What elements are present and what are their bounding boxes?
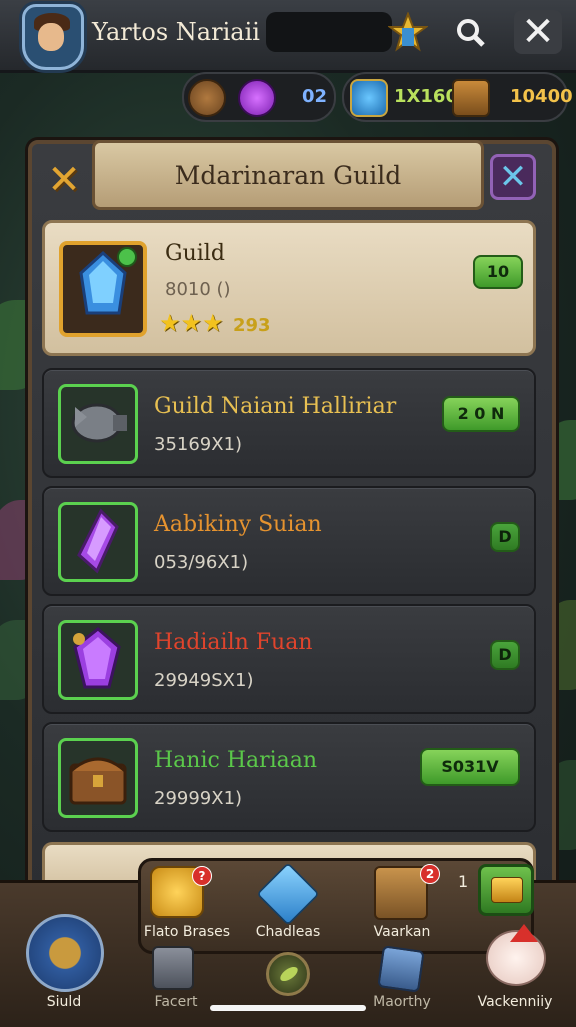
- nav-facert[interactable]: Facert: [130, 940, 222, 1020]
- search-icon[interactable]: [448, 10, 492, 54]
- purple-crystal-icon: [58, 502, 138, 582]
- resource-3-value: 10400: [510, 86, 573, 107]
- resource-1-value: 02: [302, 86, 328, 107]
- guild-name: Guild: [165, 241, 225, 266]
- cannon-icon: [58, 384, 138, 464]
- nav-label: Chadleas: [255, 924, 321, 940]
- close-icon[interactable]: ✕: [514, 9, 562, 55]
- gold-chest-icon: [491, 877, 523, 903]
- nav-vackenniiy[interactable]: Vackenniiy: [460, 924, 570, 1020]
- item-title: Hanic Hariaan: [154, 748, 318, 773]
- nav-center-button[interactable]: [266, 952, 310, 996]
- nav-label: Maorthy: [373, 994, 431, 1010]
- blue-box-icon: [377, 945, 425, 993]
- dismiss-button[interactable]: ✕: [490, 154, 536, 200]
- resource-2-value: 1X160: [394, 86, 458, 107]
- guild-rating-value: 293: [233, 315, 271, 336]
- nav-label: Siuld: [46, 994, 82, 1010]
- avatar[interactable]: [22, 4, 84, 70]
- player-name: Yartos Nariaii: [92, 18, 260, 46]
- nav-label: Flato Brases: [143, 924, 231, 940]
- close-icon[interactable]: ✕: [42, 158, 86, 202]
- nav-flato-brases[interactable]: ? Flato Brases: [140, 862, 232, 948]
- item-action-button[interactable]: 2 0 N: [442, 396, 520, 432]
- nav-label: Vaarkan: [373, 924, 431, 940]
- item-action-button[interactable]: S031V: [420, 748, 520, 786]
- resource-group-2: 1X160 10400: [342, 72, 573, 122]
- list-item[interactable]: Hadiailn Fuan 29949SX1) D: [42, 604, 536, 714]
- item-subtitle: 053/96X1): [154, 552, 249, 573]
- star-rank-icon[interactable]: [386, 10, 430, 54]
- nav-label: Vackenniiy: [477, 994, 553, 1010]
- home-indicator[interactable]: [210, 1005, 366, 1011]
- red-hat-icon: [510, 924, 538, 942]
- item-subtitle: 29949SX1): [154, 670, 254, 691]
- guild-crest-icon: [59, 241, 147, 337]
- partial-value: 1: [458, 872, 469, 891]
- guild-info-card[interactable]: Guild 8010 () ★★★ 293 10: [42, 220, 536, 356]
- panel-title-banner: Mdarinaran Guild: [92, 140, 484, 210]
- notification-badge: ?: [192, 866, 212, 886]
- item-title: Guild Naiani Halliriar: [154, 394, 397, 419]
- shield-emblem-icon: [26, 914, 104, 992]
- nav-chadleas[interactable]: Chadleas: [242, 862, 334, 948]
- resource-group-1: 02: [182, 72, 336, 122]
- item-action-button[interactable]: D: [490, 522, 520, 552]
- item-action-button[interactable]: D: [490, 640, 520, 670]
- player-info-bar: [266, 12, 392, 52]
- gold-chest-button[interactable]: [478, 864, 534, 916]
- crystal-resource-icon: [350, 79, 388, 117]
- nav-maorthy[interactable]: Maorthy: [356, 940, 448, 1020]
- list-item[interactable]: Guild Naiani Halliriar 35169X1) 2 0 N: [42, 368, 536, 478]
- item-title: Aabikiny Suian: [154, 512, 322, 537]
- item-subtitle: 35169X1): [154, 434, 243, 455]
- chest-icon: [58, 738, 138, 818]
- nav-vaarkan[interactable]: 2 Vaarkan: [356, 862, 448, 948]
- wood-resource-icon: [188, 79, 226, 117]
- purple-gem-icon: [58, 620, 138, 700]
- chest-resource-icon: [452, 79, 490, 117]
- list-item[interactable]: Hanic Hariaan 29999X1) S031V: [42, 722, 536, 832]
- avatar-face: [38, 23, 64, 51]
- notification-badge: 2: [420, 864, 440, 884]
- list-item[interactable]: Aabikiny Suian 053/96X1) D: [42, 486, 536, 596]
- panel-title: Mdarinaran Guild: [174, 160, 402, 190]
- stone-block-icon: [152, 946, 194, 990]
- gem-resource-icon: [238, 79, 276, 117]
- guild-rating-stars: ★★★: [159, 309, 224, 337]
- nav-label: Facert: [154, 994, 198, 1010]
- nav-siuld[interactable]: Siuld: [18, 910, 110, 1018]
- item-subtitle: 29999X1): [154, 788, 243, 809]
- guild-level-button[interactable]: 10: [473, 255, 523, 289]
- item-title: Hadiailn Fuan: [154, 630, 313, 655]
- blue-crystal-icon: [256, 862, 320, 926]
- top-bar: Yartos Nariaii ✕: [0, 0, 576, 73]
- guild-id: 8010 (): [165, 279, 231, 300]
- leaf-icon: [277, 964, 301, 984]
